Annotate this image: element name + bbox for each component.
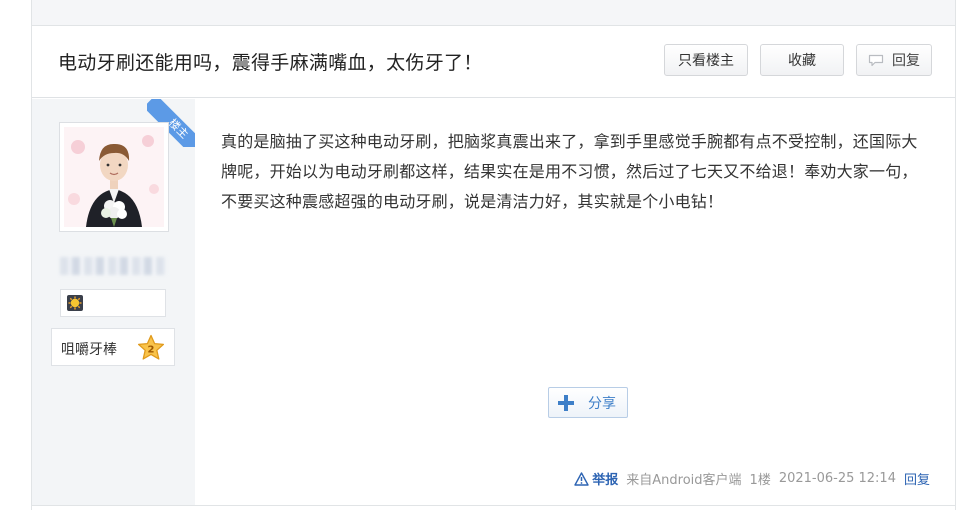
only-op-button[interactable]: 只看楼主 [664, 44, 748, 76]
report-link[interactable]: 举报 [574, 469, 618, 488]
reply-button-label: 回复 [892, 53, 920, 69]
level-number: 2 [148, 345, 155, 356]
floor-number: 1楼 [749, 473, 771, 488]
level-star-icon: 2 [137, 334, 165, 360]
badge-row [60, 289, 166, 317]
post-tail: 举报 来自Android客户端 1楼 2021-06-25 12:14 回复 [574, 469, 930, 488]
sun-badge-icon[interactable] [67, 295, 83, 311]
reply-link[interactable]: 回复 [904, 469, 930, 488]
plus-icon [558, 394, 574, 411]
favorite-button[interactable]: 收藏 [760, 44, 844, 76]
post-source: 来自Android客户端 [626, 473, 742, 488]
post-time: 2021-06-25 12:14 [778, 471, 896, 486]
warning-icon [574, 471, 589, 486]
user-avatar[interactable] [64, 127, 164, 227]
share-label: 分享 [588, 395, 616, 412]
share-button[interactable]: 分享 [548, 387, 628, 418]
comment-icon [868, 54, 884, 67]
thread-title: 电动牙刷还能用吗，震得手麻满嘴血，太伤牙了！ [58, 52, 483, 74]
top-strip [32, 0, 955, 26]
thread-header: 电动牙刷还能用吗，震得手麻满嘴血，太伤牙了！ 只看楼主 收藏 回复 [32, 26, 955, 98]
avatar-frame[interactable] [59, 122, 169, 232]
bottom-divider [32, 505, 955, 506]
post-content: 真的是脑抽了买这种电动牙刷，把脑浆真震出来了，拿到手里感觉手腕都有点不受控制，还… [221, 132, 918, 211]
reply-button[interactable]: 回复 [856, 44, 932, 76]
user-level[interactable]: 咀嚼牙棒 2 [51, 328, 175, 366]
report-label: 举报 [592, 473, 619, 488]
username-redacted[interactable] [60, 257, 166, 275]
level-name: 咀嚼牙棒 [61, 342, 117, 358]
